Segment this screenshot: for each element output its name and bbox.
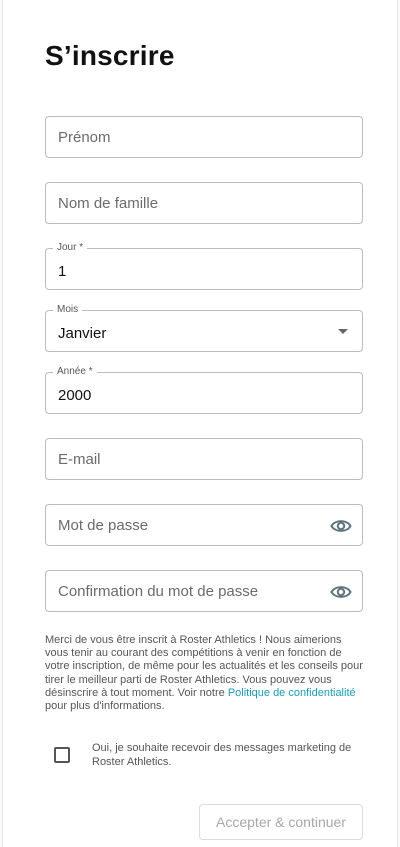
- password-field[interactable]: Mot de passe: [45, 504, 363, 546]
- email-placeholder: E-mail: [58, 451, 101, 468]
- marketing-notice: Merci de vous être inscrit à Roster Athl…: [45, 634, 363, 713]
- year-value: 2000: [58, 387, 92, 404]
- month-value: Janvier: [58, 325, 107, 342]
- eye-icon[interactable]: [330, 582, 352, 602]
- month-select[interactable]: Mois Janvier: [45, 304, 363, 352]
- notice-suffix: pour plus d'informations.: [45, 700, 165, 713]
- month-label: Mois: [53, 304, 83, 316]
- privacy-policy-link[interactable]: Politique de confidentialité: [228, 687, 356, 699]
- signup-panel: S’inscrire Prénom Nom de famille Jour * …: [2, 0, 398, 847]
- last-name-placeholder: Nom de famille: [58, 195, 159, 212]
- year-label: Année *: [53, 366, 97, 378]
- first-name-placeholder: Prénom: [58, 129, 111, 146]
- password-confirm-field[interactable]: Confirmation du mot de passe: [45, 570, 363, 612]
- eye-icon[interactable]: [330, 516, 352, 536]
- year-field[interactable]: Année * 2000: [45, 366, 363, 414]
- chevron-down-icon[interactable]: [338, 329, 348, 334]
- first-name-field[interactable]: Prénom: [45, 116, 363, 158]
- page-title: S’inscrire: [45, 40, 175, 71]
- day-value: 1: [58, 263, 67, 280]
- marketing-opt-in-checkbox[interactable]: [54, 747, 70, 763]
- password-confirm-placeholder: Confirmation du mot de passe: [58, 583, 259, 600]
- password-placeholder: Mot de passe: [58, 517, 149, 534]
- marketing-opt-in-label[interactable]: Oui, je souhaite recevoir des messages m…: [92, 742, 362, 769]
- last-name-field[interactable]: Nom de famille: [45, 182, 363, 224]
- email-field[interactable]: E-mail: [45, 438, 363, 480]
- day-label: Jour *: [53, 242, 88, 254]
- accept-continue-button[interactable]: Accepter & continuer: [199, 804, 363, 840]
- day-field[interactable]: Jour * 1: [45, 242, 363, 290]
